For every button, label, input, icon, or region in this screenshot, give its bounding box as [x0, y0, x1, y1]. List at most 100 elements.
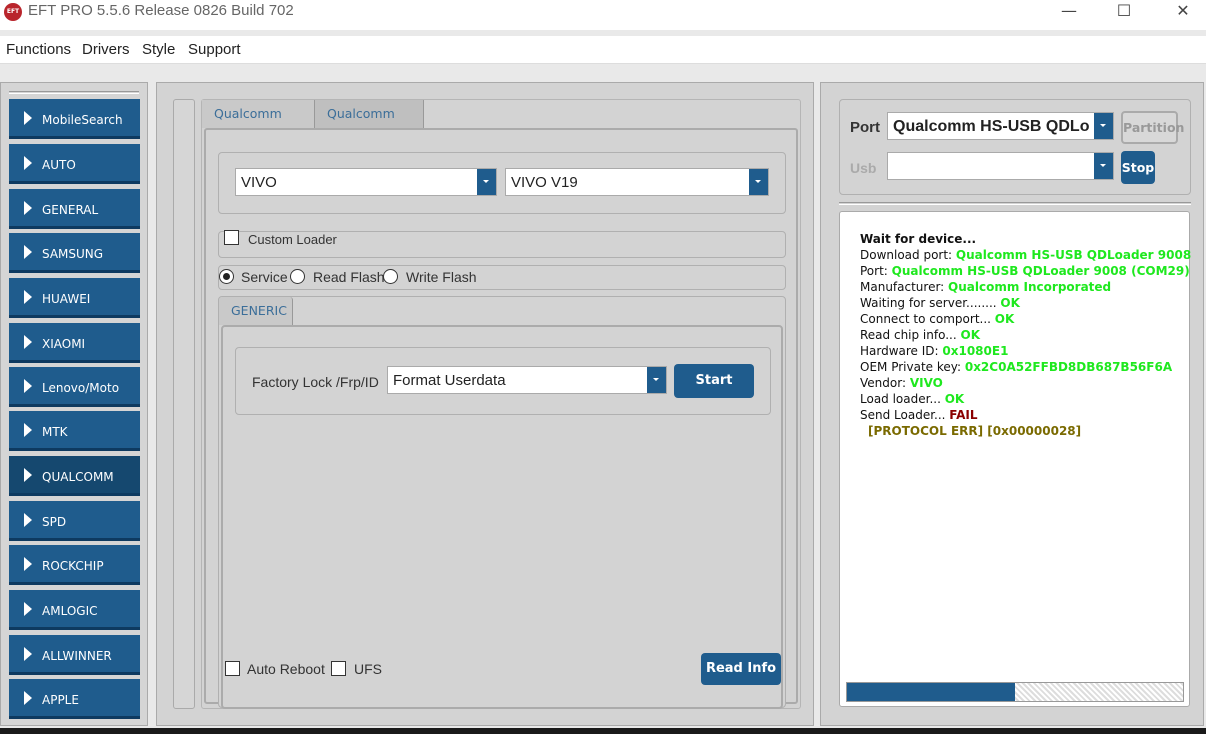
log-line: Download port: Qualcomm HS-USB QDLoader … — [860, 248, 1192, 262]
stop-button[interactable]: Stop — [1121, 151, 1155, 184]
port-select[interactable]: Qualcomm HS-USB QDLo — [887, 112, 1114, 140]
play-arrow-icon — [24, 245, 32, 259]
log-line: Manufacturer: Qualcomm Incorporated — [860, 280, 1112, 294]
sidebar-item-auto[interactable]: AUTO — [9, 144, 140, 184]
custom-loader-checkbox[interactable] — [224, 230, 239, 245]
sidebar-item-allwinner[interactable]: ALLWINNER — [9, 635, 140, 675]
partition-button[interactable]: Partition — [1121, 111, 1184, 144]
menu-bar: Functions Drivers Style Support — [0, 36, 1206, 64]
chevron-down-icon[interactable] — [1094, 113, 1113, 139]
progress-fill — [847, 683, 1015, 701]
brand-select[interactable]: VIVO — [235, 168, 497, 196]
sidebar-item-huawei[interactable]: HUAWEI — [9, 278, 140, 318]
side-strip — [173, 99, 195, 709]
play-arrow-icon — [24, 111, 32, 125]
port-select-value: Qualcomm HS-USB QDLo — [893, 118, 1090, 135]
tab-qualcomm-old[interactable]: Qualcomm Old — [315, 100, 424, 149]
log-error-line: [PROTOCOL ERR] [0x00000028] — [868, 424, 1082, 438]
app-icon: EFT — [4, 3, 22, 21]
chevron-down-icon[interactable] — [647, 367, 666, 393]
read-flash-radio[interactable] — [290, 269, 305, 284]
sidebar-item-rockchip[interactable]: ROCKCHIP — [9, 545, 140, 585]
sidebar-item-label: GENERAL — [42, 203, 99, 217]
sidebar-item-mobilesearch[interactable]: MobileSearch — [9, 99, 140, 139]
auto-reboot-label: Auto Reboot — [247, 661, 325, 677]
tab-generic[interactable]: GENERIC — [219, 297, 293, 325]
sidebar-item-general[interactable]: GENERAL — [9, 189, 140, 229]
sidebar-item-label: APPLE — [42, 693, 79, 707]
read-info-button[interactable]: Read Info — [701, 653, 781, 685]
function-select[interactable]: Format Userdata — [387, 366, 667, 394]
auto-reboot-checkbox[interactable] — [225, 661, 240, 676]
log-line: Hardware ID: 0x1080E1 — [860, 344, 1009, 358]
write-flash-radio[interactable] — [383, 269, 398, 284]
brand-sidebar: MobileSearch AUTO GENERAL SAMSUNG HUAWEI… — [0, 82, 148, 726]
sidebar-item-label: QUALCOMM — [42, 470, 114, 484]
service-radio[interactable] — [219, 269, 234, 284]
port-settings: Port Qualcomm HS-USB QDLo Partition Usb … — [839, 99, 1191, 195]
sidebar-item-xiaomi[interactable]: XIAOMI — [9, 323, 140, 363]
play-arrow-icon — [24, 156, 32, 170]
play-arrow-icon — [24, 379, 32, 393]
log-line: Waiting for server........ OK — [860, 296, 1020, 310]
menu-support[interactable]: Support — [188, 41, 241, 58]
sidebar-item-lenovo-moto[interactable]: Lenovo/Moto — [9, 367, 140, 407]
port-label: Port — [850, 119, 880, 136]
log-panel: Port Qualcomm HS-USB QDLo Partition Usb … — [820, 82, 1204, 726]
sidebar-item-qualcomm[interactable]: QUALCOMM — [9, 456, 140, 496]
tab-qualcomm-new[interactable]: Qualcomm New — [202, 100, 315, 149]
ufs-checkbox[interactable] — [331, 661, 346, 676]
sidebar-item-label: AMLOGIC — [42, 604, 98, 618]
chevron-down-icon[interactable] — [477, 169, 496, 195]
brand-select-value: VIVO — [241, 174, 277, 191]
close-button[interactable]: ✕ — [1160, 0, 1206, 24]
chevron-down-icon[interactable] — [749, 169, 768, 195]
play-arrow-icon — [24, 201, 32, 215]
play-arrow-icon — [24, 423, 32, 437]
model-select[interactable]: VIVO V19 — [505, 168, 769, 196]
play-arrow-icon — [24, 691, 32, 705]
log-heading: Wait for device... — [860, 232, 977, 246]
taskbar-edge — [0, 728, 1206, 734]
sidebar-item-label: Lenovo/Moto — [42, 381, 120, 395]
log-line: Connect to comport... OK — [860, 312, 1015, 326]
usb-select[interactable] — [887, 152, 1114, 180]
sidebar-divider — [9, 91, 139, 94]
log-output: Wait for device... Download port: Qualco… — [839, 211, 1192, 707]
chevron-down-icon[interactable] — [1094, 153, 1113, 179]
tab-container: Qualcomm New Qualcomm Old VIVO VIVO V19 … — [201, 99, 801, 709]
service-label: Service — [241, 269, 288, 285]
play-arrow-icon — [24, 468, 32, 482]
sidebar-item-samsung[interactable]: SAMSUNG — [9, 233, 140, 273]
custom-loader-label: Custom Loader — [248, 232, 337, 247]
log-line: Port: Qualcomm HS-USB QDLoader 9008 (COM… — [860, 264, 1190, 278]
log-line: Send Loader... FAIL — [860, 408, 978, 422]
menu-style[interactable]: Style — [142, 41, 175, 58]
sidebar-item-amlogic[interactable]: AMLOGIC — [9, 590, 140, 630]
sidebar-item-spd[interactable]: SPD — [9, 501, 140, 541]
sidebar-item-mtk[interactable]: MTK — [9, 411, 140, 451]
maximize-button[interactable]: ☐ — [1101, 0, 1147, 24]
menu-drivers[interactable]: Drivers — [82, 41, 130, 58]
tab-qualcomm-new-body: VIVO VIVO V19 Custom Loader Service Read… — [204, 128, 798, 709]
sidebar-item-label: XIAOMI — [42, 337, 86, 351]
play-arrow-icon — [24, 647, 32, 661]
function-group: Factory Lock /Frp/ID Format Userdata Sta… — [235, 347, 771, 415]
function-label: Factory Lock /Frp/ID — [252, 374, 379, 390]
generic-tab-container: GENERIC Factory Lock /Frp/ID Format User… — [218, 296, 786, 709]
sidebar-item-label: MobileSearch — [42, 113, 123, 127]
start-button[interactable]: Start — [674, 364, 754, 398]
menu-functions[interactable]: Functions — [6, 41, 71, 58]
minimize-button[interactable]: — — [1046, 0, 1092, 24]
progress-bar — [846, 682, 1184, 702]
sidebar-item-apple[interactable]: APPLE — [9, 679, 140, 719]
play-arrow-icon — [24, 557, 32, 571]
write-flash-label: Write Flash — [406, 269, 477, 285]
title-bar: EFT EFT PRO 5.5.6 Release 0826 Build 702… — [0, 0, 1206, 30]
ufs-label: UFS — [354, 661, 382, 677]
read-flash-label: Read Flash — [313, 269, 385, 285]
log-line: Vendor: VIVO — [860, 376, 943, 390]
sidebar-item-label: ALLWINNER — [42, 649, 112, 663]
log-line: OEM Private key: 0x2C0A52FFBD8DB687B56F6… — [860, 360, 1172, 374]
mode-radio-group: Service Read Flash Write Flash — [218, 265, 786, 290]
